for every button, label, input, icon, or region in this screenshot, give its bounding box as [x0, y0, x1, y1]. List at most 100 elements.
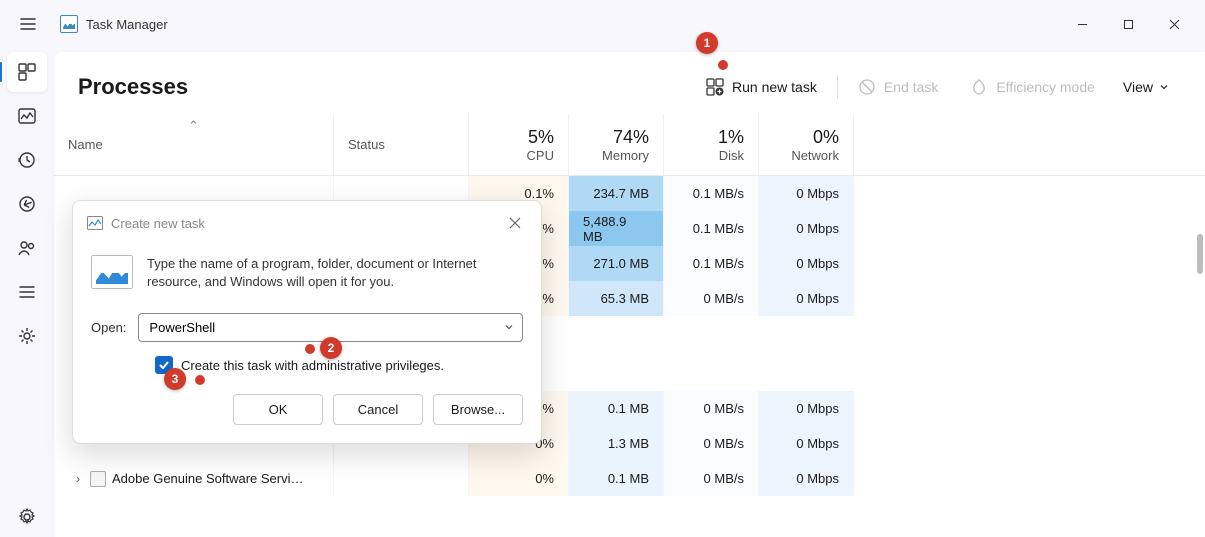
column-memory[interactable]: 74% Memory [569, 114, 664, 175]
cpu-pct: 5% [528, 127, 554, 148]
history-icon [17, 150, 37, 170]
page-title: Processes [78, 74, 188, 100]
cell-disk: 0.1 MB/s [664, 246, 759, 281]
services-icon [17, 326, 37, 346]
hamburger-icon [19, 15, 37, 33]
chevron-down-icon [1159, 82, 1169, 92]
scrollbar[interactable] [1197, 234, 1203, 274]
cpu-lbl: CPU [527, 148, 554, 163]
toolbar-divider [837, 75, 838, 99]
net-lbl: Network [791, 148, 839, 163]
menu-button[interactable] [8, 4, 48, 44]
close-icon [509, 217, 521, 229]
dialog-close-button[interactable] [503, 211, 527, 235]
browse-button[interactable]: Browse... [433, 394, 523, 425]
view-button[interactable]: View [1111, 71, 1181, 103]
net-pct: 0% [813, 127, 839, 148]
maximize-icon [1123, 19, 1134, 30]
cell-net: 0 Mbps [759, 246, 854, 281]
sidebar-item-processes[interactable] [7, 52, 47, 92]
cell-mem: 65.3 MB [569, 281, 664, 316]
cell-net: 0 Mbps [759, 176, 854, 211]
cell-mem: 5,488.9 MB [569, 211, 664, 246]
sidebar-item-details[interactable] [7, 272, 47, 312]
disk-pct: 1% [718, 127, 744, 148]
create-new-task-dialog: Create new task Type the name of a progr… [72, 200, 542, 444]
maximize-button[interactable] [1105, 8, 1151, 40]
col-status-label: Status [348, 137, 454, 152]
minimize-icon [1077, 19, 1088, 30]
gear-icon [17, 507, 37, 527]
mem-lbl: Memory [602, 148, 649, 163]
annotation-2: 2 [320, 337, 342, 359]
mem-pct: 74% [613, 127, 649, 148]
cell-disk: 0.1 MB/s [664, 176, 759, 211]
cell-net: 0 Mbps [759, 391, 854, 426]
sidebar-item-users[interactable] [7, 228, 47, 268]
app-icon [60, 15, 78, 33]
dialog-title: Create new task [111, 216, 205, 231]
column-cpu[interactable]: 5% CPU [469, 114, 569, 175]
cell-mem: 271.0 MB [569, 246, 664, 281]
cell-net: 0 Mbps [759, 211, 854, 246]
column-name[interactable]: ⌃ Name [54, 114, 334, 175]
admin-label: Create this task with administrative pri… [181, 358, 444, 373]
table-row[interactable]: ›Adobe Genuine Software Servi…0%0.1 MB0 … [54, 461, 1205, 496]
run-new-task-button[interactable]: Run new task [690, 70, 833, 104]
end-task-label: End task [884, 79, 938, 95]
cell-disk: 0 MB/s [664, 461, 759, 496]
cell-mem: 1.3 MB [569, 426, 664, 461]
close-icon [1169, 19, 1180, 30]
annotation-3-dot [195, 375, 205, 385]
cell-net: 0 Mbps [759, 426, 854, 461]
dialog-icon [87, 216, 103, 230]
column-status[interactable]: Status [334, 114, 469, 175]
cell-net: 0 Mbps [759, 461, 854, 496]
col-name-label: Name [68, 137, 319, 152]
cell-mem: 0.1 MB [569, 461, 664, 496]
open-input[interactable] [147, 319, 504, 336]
cell-disk: 0.1 MB/s [664, 211, 759, 246]
column-network[interactable]: 0% Network [759, 114, 854, 175]
cell-status [334, 461, 469, 496]
cell-disk: 0 MB/s [664, 391, 759, 426]
sidebar-item-startup[interactable] [7, 184, 47, 224]
efficiency-label: Efficiency mode [996, 79, 1095, 95]
process-icon [90, 471, 106, 487]
sidebar [0, 48, 54, 537]
dialog-description: Type the name of a program, folder, docu… [147, 255, 523, 291]
app-title: Task Manager [86, 17, 168, 32]
cell-disk: 0 MB/s [664, 281, 759, 316]
startup-icon [17, 194, 37, 214]
cancel-button[interactable]: Cancel [333, 394, 423, 425]
sidebar-item-services[interactable] [7, 316, 47, 356]
efficiency-icon [970, 78, 988, 96]
expand-chevron-icon[interactable]: › [72, 471, 84, 486]
cell-net: 0 Mbps [759, 281, 854, 316]
open-label: Open: [91, 320, 126, 335]
sidebar-item-history[interactable] [7, 140, 47, 180]
performance-icon [17, 106, 37, 126]
view-label: View [1123, 79, 1153, 95]
ok-button[interactable]: OK [233, 394, 323, 425]
run-dialog-icon [91, 255, 133, 289]
end-task-icon [858, 78, 876, 96]
annotation-2-dot [305, 344, 315, 354]
dropdown-arrow-icon[interactable] [504, 320, 514, 335]
run-new-task-label: Run new task [732, 79, 817, 95]
run-task-icon [706, 78, 724, 96]
annotation-1: 1 [696, 32, 718, 54]
cell-mem: 234.7 MB [569, 176, 664, 211]
minimize-button[interactable] [1059, 8, 1105, 40]
cell-name: ›Adobe Genuine Software Servi… [54, 461, 334, 496]
column-disk[interactable]: 1% Disk [664, 114, 759, 175]
annotation-3: 3 [164, 368, 186, 390]
cell-disk: 0 MB/s [664, 426, 759, 461]
sidebar-item-performance[interactable] [7, 96, 47, 136]
end-task-button[interactable]: End task [842, 70, 954, 104]
sidebar-item-settings[interactable] [7, 497, 47, 537]
efficiency-mode-button[interactable]: Efficiency mode [954, 70, 1111, 104]
cell-mem: 0.1 MB [569, 391, 664, 426]
close-button[interactable] [1151, 8, 1197, 40]
processes-icon [17, 62, 37, 82]
